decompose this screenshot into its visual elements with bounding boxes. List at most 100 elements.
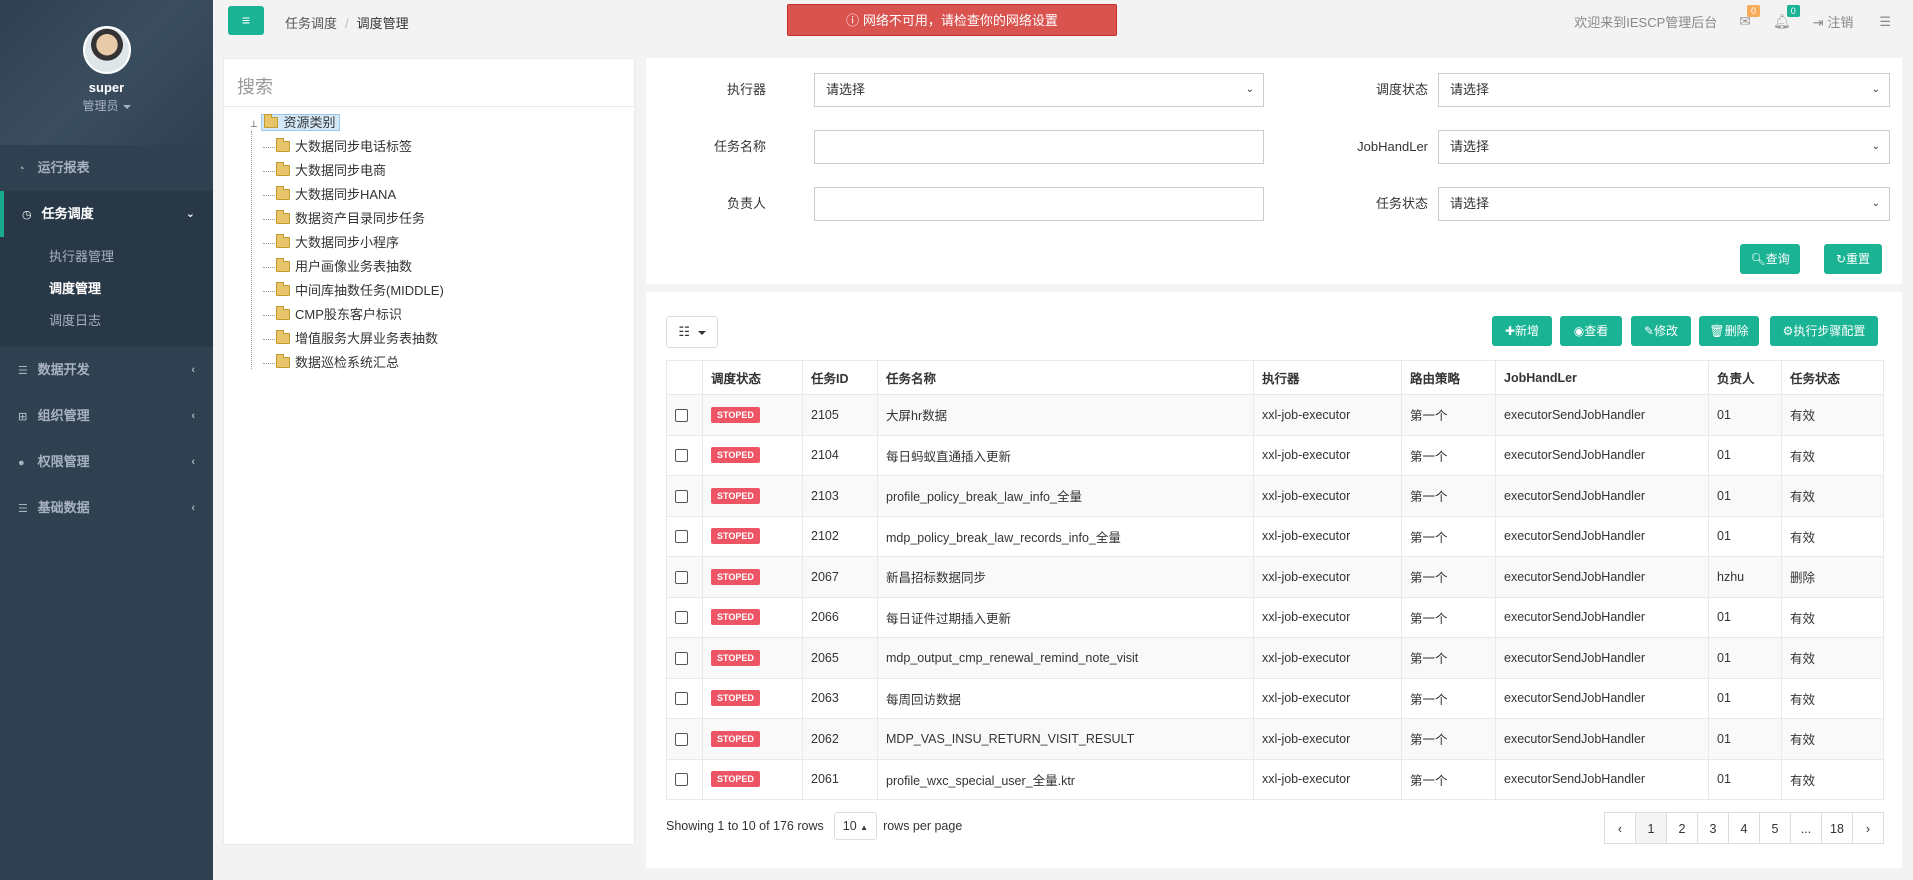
refresh-icon: ↻ [1835, 252, 1847, 266]
table-row[interactable]: STOPED 2066 每日证件过期插入更新 xxl-job-executor 第一个 e… [666, 596, 1884, 638]
column-header[interactable]: 执行器 [1253, 360, 1402, 395]
column-header[interactable]: 路由策略 [1401, 360, 1496, 395]
collapse-icon[interactable]: ⊥ [250, 119, 258, 129]
mail-icon[interactable]: ✉ 0 [1739, 5, 1761, 30]
row-checkbox[interactable] [675, 408, 688, 422]
row-checkbox-cell [666, 394, 703, 436]
row-checkbox[interactable] [675, 773, 688, 787]
row-checkbox-cell [666, 475, 703, 517]
page-button[interactable]: 2 [1666, 812, 1698, 844]
tree-node[interactable]: 大数据同步HANA [236, 183, 634, 207]
column-header[interactable]: 任务ID [802, 360, 878, 395]
breadcrumb-parent[interactable]: 任务调度 [285, 16, 337, 31]
executor-label: 执行器 [726, 82, 766, 97]
avatar[interactable] [82, 26, 131, 74]
task-status-select[interactable]: 请选择 ⌄ [1438, 187, 1890, 221]
bell-count-badge: 0 [1786, 5, 1800, 17]
cell-id: 2062 [802, 718, 878, 760]
row-checkbox[interactable] [675, 692, 688, 706]
subitem-schedule-log[interactable]: 调度日志 [0, 305, 213, 337]
tree-node[interactable]: 中间库抽数任务(MIDDLE) [236, 279, 634, 303]
tree-node[interactable]: 大数据同步电话标签 [236, 135, 634, 159]
sidebar-item-permission[interactable]: ● 权限管理 ‹ [0, 439, 213, 485]
row-checkbox[interactable] [675, 732, 688, 746]
menu-toggle-button[interactable]: ≡ [228, 6, 264, 35]
edit-icon: ✎ [1643, 324, 1655, 338]
role-dropdown[interactable]: 管理员 [0, 97, 213, 114]
tree-root-node[interactable]: ⊥ 资源类别 [236, 111, 634, 135]
column-toggle-button[interactable]: ☷ [666, 316, 718, 348]
task-name-input[interactable] [814, 130, 1264, 164]
subitem-schedule-manage[interactable]: 调度管理 [0, 273, 213, 305]
tree-node[interactable]: 大数据同步电商 [236, 159, 634, 183]
table-row[interactable]: STOPED 2067 新昌招标数据同步 xxl-job-executor 第一个 exe… [666, 556, 1884, 598]
tree-node[interactable]: 增值服务大屏业务表抽数 [236, 327, 634, 351]
page-button[interactable]: 5 [1759, 812, 1791, 844]
cell-name: profile_wxc_special_user_全量.ktr [877, 758, 1254, 800]
executor-select[interactable]: 请选择 ⌄ [814, 73, 1264, 107]
view-button[interactable]: ◉查看 [1560, 316, 1622, 346]
next-page-button[interactable]: › [1852, 812, 1884, 844]
schedule-status-select[interactable]: 请选择 ⌄ [1438, 73, 1890, 107]
step-config-button[interactable]: ⚙执行步骤配置 [1770, 316, 1878, 346]
table-row[interactable]: STOPED 2065 mdp_output_cmp_renewal_remind_… [666, 637, 1884, 679]
cell-route: 第一个 [1401, 758, 1496, 800]
add-button[interactable]: ✚新增 [1492, 316, 1552, 346]
tree-node-label: 数据巡检系统汇总 [295, 355, 400, 370]
page-button[interactable]: 1 [1635, 812, 1667, 844]
sitemap-icon: ⊞ [18, 411, 28, 423]
cell-task-status: 有效 [1781, 596, 1884, 638]
tree-search-input[interactable]: 搜索 [224, 59, 634, 107]
reset-button[interactable]: ↻重置 [1824, 244, 1882, 274]
list-menu-icon[interactable]: ☰ [1879, 14, 1891, 30]
logout-link[interactable]: ⇥ 注销 [1813, 12, 1854, 31]
submenu-scheduling: 执行器管理 调度管理 调度日志 [0, 237, 213, 347]
page-button[interactable]: 18 [1821, 812, 1853, 844]
column-header[interactable]: JobHandLer [1495, 360, 1709, 395]
column-header[interactable]: 任务名称 [877, 360, 1254, 395]
table-row[interactable]: STOPED 2063 每周回访数据 xxl-job-executor 第一个 execu… [666, 677, 1884, 719]
cell-route: 第一个 [1401, 637, 1496, 679]
tree-node[interactable]: 用户画像业务表抽数 [236, 255, 634, 279]
sidebar-item-reports[interactable]: ◔ 运行报表 [0, 145, 213, 191]
sidebar-item-basic-data[interactable]: ☰ 基础数据 ‹ [0, 485, 213, 531]
cell-task-status: 有效 [1781, 758, 1884, 800]
table-row[interactable]: STOPED 2062 MDP_VAS_INSU_RETURN_VISIT_RESU… [666, 718, 1884, 760]
tree-node[interactable]: CMP股东客户标识 [236, 303, 634, 327]
status-cell: STOPED [702, 718, 803, 760]
table-row[interactable]: STOPED 2061 profile_wxc_special_user_全量.kt… [666, 758, 1884, 800]
delete-button[interactable]: 🗑︎删除 [1699, 316, 1759, 346]
page-button[interactable]: 3 [1697, 812, 1729, 844]
row-checkbox[interactable] [675, 611, 688, 625]
edit-button[interactable]: ✎修改 [1631, 316, 1691, 346]
subitem-executor-manage[interactable]: 执行器管理 [0, 241, 213, 273]
sidebar-item-org[interactable]: ⊞ 组织管理 ‹ [0, 393, 213, 439]
tree-node[interactable]: 数据巡检系统汇总 [236, 351, 634, 375]
row-checkbox[interactable] [675, 449, 688, 463]
row-checkbox[interactable] [675, 530, 688, 544]
query-button[interactable]: 🔍︎查询 [1740, 244, 1800, 274]
bell-icon[interactable]: 🔔︎ 0 [1773, 5, 1800, 30]
table-row[interactable]: STOPED 2102 mdp_policy_break_law_records_i… [666, 515, 1884, 557]
cell-name: profile_policy_break_law_info_全量 [877, 475, 1254, 517]
row-checkbox[interactable] [675, 489, 688, 503]
tree-node[interactable]: 数据资产目录同步任务 [236, 207, 634, 231]
prev-page-button[interactable]: ‹ [1604, 812, 1636, 844]
table-row[interactable]: STOPED 2103 profile_policy_break_law_info_… [666, 475, 1884, 517]
table-row[interactable]: STOPED 2105 大屏hr数据 xxl-job-executor 第一个 execu… [666, 394, 1884, 436]
cell-route: 第一个 [1401, 434, 1496, 476]
column-header[interactable]: 调度状态 [702, 360, 803, 395]
mail-count-badge: 0 [1747, 5, 1761, 17]
page-button[interactable]: 4 [1728, 812, 1760, 844]
table-row[interactable]: STOPED 2104 每日蚂蚁直通插入更新 xxl-job-executor 第一个 e… [666, 434, 1884, 476]
page-size-select[interactable]: 10 ▲ [833, 812, 878, 840]
row-checkbox[interactable] [675, 651, 688, 665]
owner-input[interactable] [814, 187, 1264, 221]
column-header[interactable]: 任务状态 [1781, 360, 1884, 395]
column-header[interactable]: 负责人 [1708, 360, 1782, 395]
row-checkbox[interactable] [675, 570, 688, 584]
tree-node[interactable]: 大数据同步小程序 [236, 231, 634, 255]
jobhandler-select[interactable]: 请选择 ⌄ [1438, 130, 1890, 164]
sidebar-item-scheduling[interactable]: ◷ 任务调度 ⌄ [0, 191, 213, 237]
sidebar-item-data-dev[interactable]: ☰ 数据开发 ‹ [0, 347, 213, 393]
